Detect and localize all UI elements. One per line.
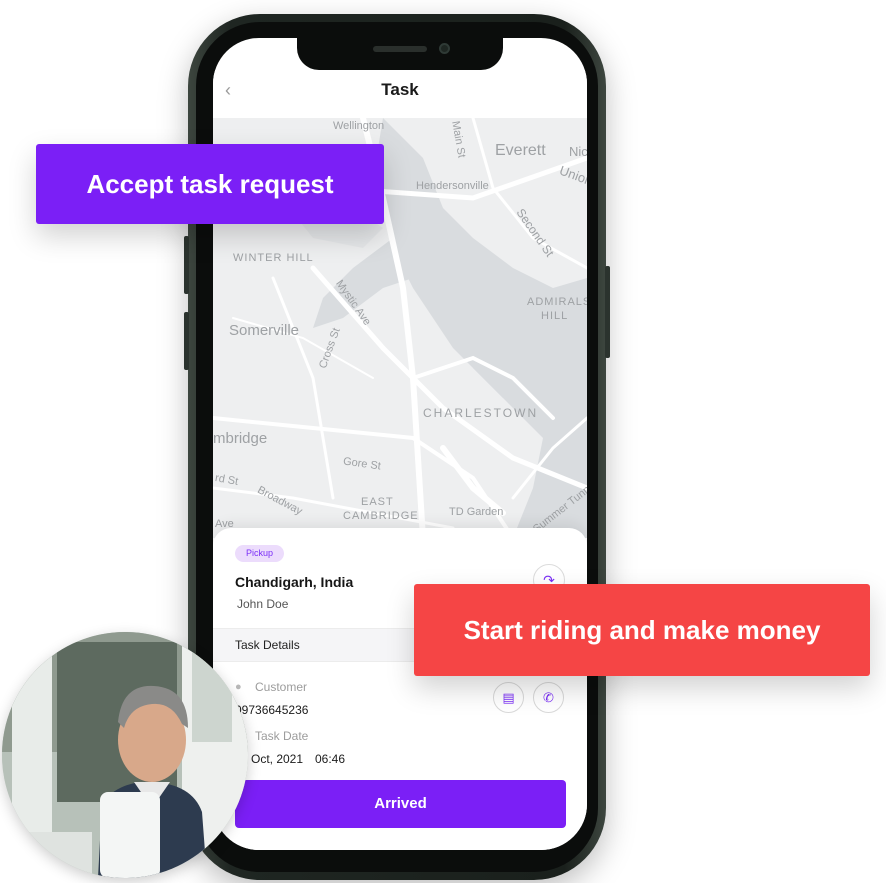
map-label: HILL [541, 310, 569, 322]
customer-label: Customer [255, 680, 308, 694]
task-date-label: Task Date [255, 729, 309, 743]
speaker-grille [373, 46, 427, 52]
map-label: Somerville [229, 322, 300, 339]
page-title: Task [381, 80, 419, 99]
app-header: ‹ Task [213, 70, 587, 118]
arrived-button[interactable]: Arrived [235, 780, 566, 828]
phone-icon: ✆ [543, 689, 554, 705]
map-label: Nic [569, 144, 587, 159]
customer-phone: 09736645236 [235, 703, 309, 717]
customer-name: John Doe [237, 597, 289, 611]
map-label: EAST [361, 496, 394, 508]
driver-photo [2, 632, 248, 878]
map-label: TD Garden [449, 506, 504, 518]
map-label: Everett [495, 142, 546, 159]
map-label: ADMIRALS [527, 296, 587, 308]
map-label: Wellington [333, 120, 385, 132]
volume-down-button [184, 312, 189, 370]
chat-icon: ▤ [502, 689, 515, 705]
task-date: Oct, 2021 [251, 752, 304, 766]
power-button [605, 266, 610, 358]
driver-illustration [2, 632, 248, 878]
task-time: 06:46 [315, 752, 346, 766]
task-sheet: Pickup Chandigarh, India John Doe ↷ Task… [213, 528, 587, 850]
start-riding-callout: Start riding and make money [414, 584, 870, 676]
map-label: WINTER HILL [233, 252, 314, 264]
front-camera [439, 43, 450, 54]
map-label: Hendersonville [416, 180, 489, 192]
section-title: Task Details [235, 638, 300, 652]
volume-up-button [184, 236, 189, 294]
message-button[interactable]: ▤ [493, 682, 524, 713]
user-icon: ● [235, 681, 242, 693]
notch [297, 38, 503, 70]
map-label: CHARLESTOWN [423, 406, 539, 420]
status-badge: Pickup [235, 545, 285, 562]
pickup-location: Chandigarh, India [235, 574, 354, 590]
map-label: CAMBRIDGE [343, 510, 419, 522]
call-button[interactable]: ✆ [533, 682, 564, 713]
map-label: mbridge [213, 430, 268, 447]
accept-task-callout: Accept task request [36, 144, 384, 224]
